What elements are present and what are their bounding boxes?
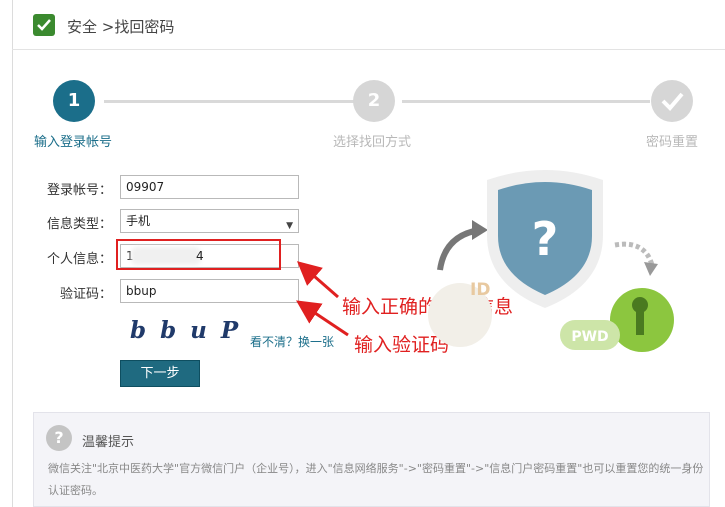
- annotation-highlight-box: [116, 239, 281, 270]
- page-title: 安全 >找回密码: [67, 18, 175, 36]
- tips-body: 微信关注"北京中医药大学"官方微信门户（企业号），进入"信息网络服务"->"密码…: [48, 462, 704, 497]
- captcha-input[interactable]: bbup: [120, 279, 299, 303]
- captcha-label: 验证码：: [59, 287, 112, 302]
- info-type-value: 手机: [126, 214, 151, 228]
- step-3-label: 密码重置: [646, 135, 699, 150]
- pwd-text: PWD: [571, 329, 608, 345]
- tips-panel: ? 温馨提示 微信关注"北京中医药大学"官方微信门户（企业号），进入"信息网络服…: [33, 412, 710, 507]
- tips-title: 温馨提示: [82, 435, 135, 450]
- info-type-select[interactable]: 手机 ▼: [120, 209, 299, 233]
- step-2-label: 选择找回方式: [333, 135, 412, 150]
- captcha-image[interactable]: bbuP: [130, 317, 240, 347]
- account-label: 登录帐号：: [46, 183, 112, 198]
- check-icon: [661, 92, 684, 111]
- check-shield-icon: [33, 14, 55, 36]
- page-header: 安全 >找回密码: [12, 0, 725, 50]
- question-circle-icon: ?: [46, 425, 72, 451]
- step-connector-1: [104, 100, 354, 103]
- step-1-circle: 1: [53, 80, 95, 122]
- question-icon: ?: [532, 212, 559, 266]
- chevron-down-icon: ▼: [286, 221, 293, 231]
- personal-info-label: 个人信息：: [46, 252, 112, 267]
- account-input[interactable]: 09907: [120, 175, 299, 199]
- next-button[interactable]: 下一步: [120, 360, 200, 387]
- id-text: ID: [470, 280, 490, 300]
- step-2-circle: 2: [353, 80, 395, 122]
- step-connector-2: [402, 100, 650, 103]
- step-3-circle: [651, 80, 693, 122]
- info-type-label: 信息类型：: [46, 217, 112, 232]
- step-1-label: 输入登录帐号: [34, 135, 113, 150]
- security-illustration: ID ? PWD: [428, 170, 674, 352]
